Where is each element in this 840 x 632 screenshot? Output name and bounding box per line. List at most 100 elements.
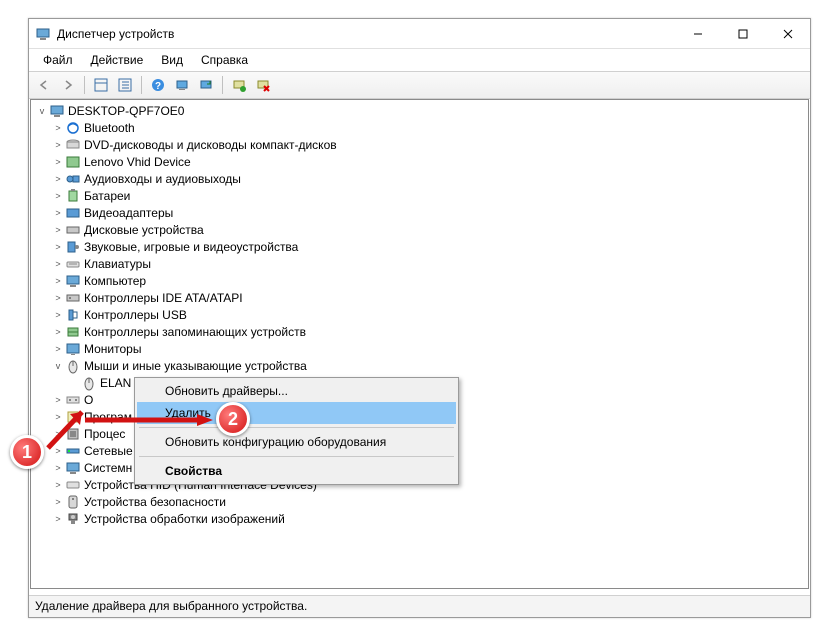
menu-file[interactable]: Файл <box>35 51 81 69</box>
update-driver-icon <box>199 78 213 92</box>
close-button[interactable] <box>765 19 810 48</box>
collapse-icon[interactable]: v <box>35 106 49 116</box>
expand-icon[interactable]: > <box>51 480 65 490</box>
tree-item-label: ELAN <box>100 376 131 390</box>
tree-category[interactable]: > DVD-дисководы и дисководы компакт-диск… <box>35 136 804 153</box>
toolbar-forward-button[interactable] <box>57 74 79 96</box>
device-icon <box>65 137 81 153</box>
device-icon <box>65 120 81 136</box>
maximize-button[interactable] <box>720 19 765 48</box>
menu-help[interactable]: Справка <box>193 51 256 69</box>
tree-category[interactable]: > Устройства безопасности <box>35 493 804 510</box>
expand-icon[interactable]: > <box>51 123 65 133</box>
menu-separator <box>139 456 454 457</box>
annotation-marker-1: 1 <box>10 435 44 469</box>
toolbar-separator <box>84 76 85 94</box>
tree-item-label: Устройства безопасности <box>84 495 226 509</box>
computer-icon <box>49 103 65 119</box>
toolbar-list-button[interactable] <box>114 74 136 96</box>
tree-item-label: Клавиатуры <box>84 257 151 271</box>
expand-icon[interactable]: > <box>51 344 65 354</box>
tree-category[interactable]: > Контроллеры запоминающих устройств <box>35 323 804 340</box>
expand-icon[interactable]: > <box>51 225 65 235</box>
expand-icon[interactable]: > <box>51 463 65 473</box>
expand-icon[interactable]: > <box>51 327 65 337</box>
uninstall-icon <box>256 78 270 92</box>
toolbar-back-button[interactable] <box>33 74 55 96</box>
context-update-drivers[interactable]: Обновить драйверы... <box>137 380 456 402</box>
tree-category[interactable]: > Bluetooth <box>35 119 804 136</box>
toolbar-help-button[interactable]: ? <box>147 74 169 96</box>
device-icon <box>65 273 81 289</box>
device-icon <box>65 290 81 306</box>
context-scan-hardware[interactable]: Обновить конфигурацию оборудования <box>137 431 456 453</box>
expand-icon[interactable]: > <box>51 276 65 286</box>
collapse-icon[interactable]: v <box>51 361 65 371</box>
tree-root-label: DESKTOP-QPF7OE0 <box>68 104 184 118</box>
svg-text:?: ? <box>155 81 161 92</box>
tree-category-mice[interactable]: v Мыши и иные указывающие устройства <box>35 357 804 374</box>
toolbar-scan-button[interactable] <box>171 74 193 96</box>
menu-action[interactable]: Действие <box>83 51 152 69</box>
expand-icon[interactable]: > <box>51 293 65 303</box>
device-icon <box>65 511 81 527</box>
device-icon <box>65 154 81 170</box>
tree-category[interactable]: > Клавиатуры <box>35 255 804 272</box>
tree-category[interactable]: > Устройства обработки изображений <box>35 510 804 527</box>
expand-icon[interactable]: > <box>51 174 65 184</box>
expand-icon[interactable]: > <box>51 191 65 201</box>
device-icon <box>65 205 81 221</box>
device-tree[interactable]: v DESKTOP-QPF7OE0 > Bluetooth > DVD-диск… <box>30 99 809 589</box>
toolbar-uninstall-button[interactable] <box>252 74 274 96</box>
app-icon <box>35 26 51 42</box>
expand-icon[interactable]: > <box>51 497 65 507</box>
tree-item-label: Lenovo Vhid Device <box>84 155 191 169</box>
expand-icon[interactable]: > <box>51 140 65 150</box>
expand-icon[interactable]: > <box>51 310 65 320</box>
tree-category[interactable]: > Компьютер <box>35 272 804 289</box>
menu-view[interactable]: Вид <box>153 51 191 69</box>
device-icon <box>65 256 81 272</box>
tree-item-label: Мыши и иные указывающие устройства <box>84 359 307 373</box>
titlebar: Диспетчер устройств <box>29 19 810 49</box>
tree-category[interactable]: > Дисковые устройства <box>35 221 804 238</box>
device-icon <box>65 188 81 204</box>
tree-category[interactable]: > Мониторы <box>35 340 804 357</box>
tree-category[interactable]: > Контроллеры IDE ATA/ATAPI <box>35 289 804 306</box>
detail-icon <box>94 78 108 92</box>
toolbar-enable-button[interactable] <box>228 74 250 96</box>
expand-icon[interactable]: > <box>51 242 65 252</box>
tree-category[interactable]: > Видеоадаптеры <box>35 204 804 221</box>
context-properties[interactable]: Свойства <box>137 460 456 482</box>
menubar: Файл Действие Вид Справка <box>29 49 810 71</box>
device-icon <box>65 494 81 510</box>
annotation-marker-2: 2 <box>216 402 250 436</box>
tree-item-label: Контроллеры USB <box>84 308 187 322</box>
device-icon <box>65 239 81 255</box>
arrow-left-icon <box>37 78 51 92</box>
tree-category[interactable]: > Батареи <box>35 187 804 204</box>
tree-category[interactable]: > Звуковые, игровые и видеоустройства <box>35 238 804 255</box>
device-icon <box>65 477 81 493</box>
tree-category[interactable]: > Контроллеры USB <box>35 306 804 323</box>
toolbar-details-button[interactable] <box>90 74 112 96</box>
arrow-right-icon <box>61 78 75 92</box>
expand-icon[interactable]: > <box>51 208 65 218</box>
tree-root[interactable]: v DESKTOP-QPF7OE0 <box>35 102 804 119</box>
tree-item-label: Компьютер <box>84 274 146 288</box>
device-icon <box>65 460 81 476</box>
status-text: Удаление драйвера для выбранного устройс… <box>35 599 307 613</box>
expand-icon[interactable]: > <box>51 157 65 167</box>
tree-category[interactable]: > Аудиовходы и аудиовыходы <box>35 170 804 187</box>
expand-icon[interactable]: > <box>51 259 65 269</box>
toolbar-update-button[interactable] <box>195 74 217 96</box>
device-icon <box>65 222 81 238</box>
context-menu: Обновить драйверы... Удалить Обновить ко… <box>134 377 459 485</box>
list-icon <box>118 78 132 92</box>
minimize-button[interactable] <box>675 19 720 48</box>
toolbar: ? <box>29 71 810 99</box>
tree-category[interactable]: > Lenovo Vhid Device <box>35 153 804 170</box>
close-icon <box>783 29 793 39</box>
expand-icon[interactable]: > <box>51 514 65 524</box>
tree-item-label: Мониторы <box>84 342 141 356</box>
